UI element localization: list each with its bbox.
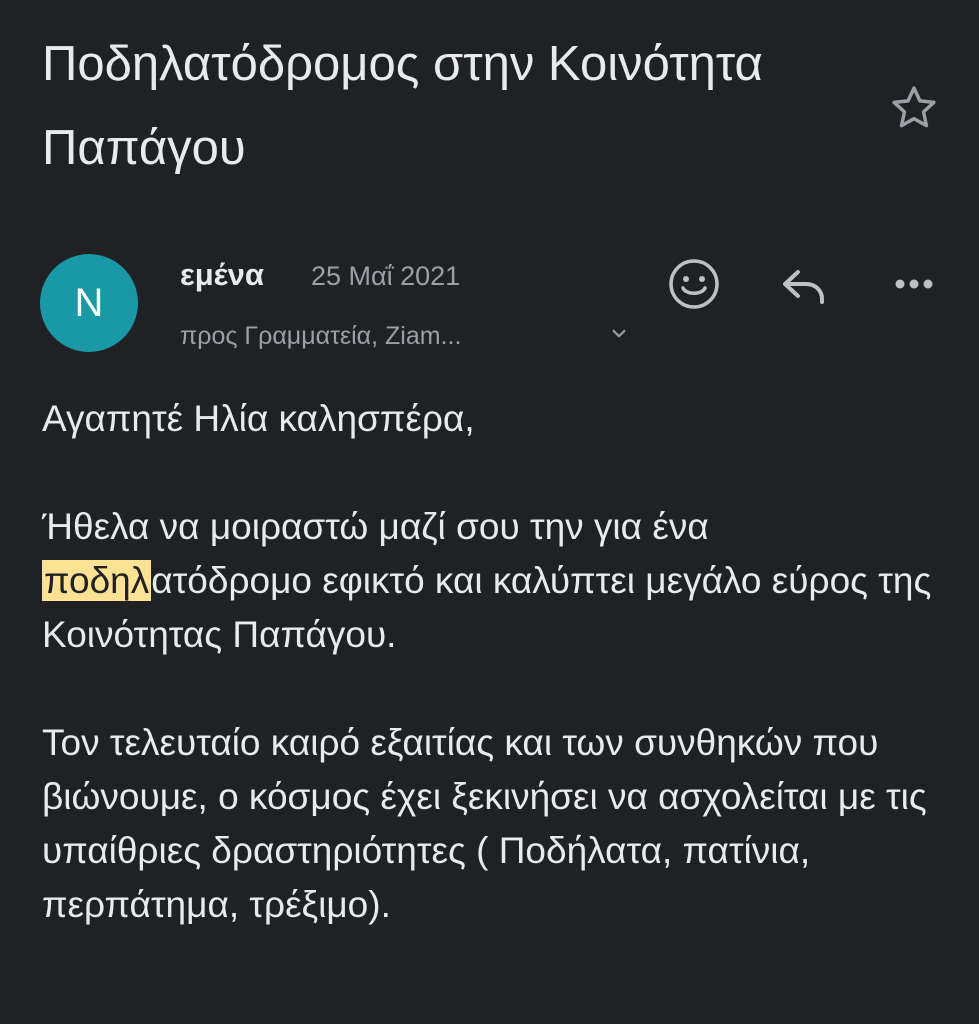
body-text: Ήθελα να μοιραστώ μαζί σου την για ένα: [42, 506, 709, 547]
email-subject: Ποδηλατόδρομος στην Κοινότητα Παπάγου: [42, 37, 763, 175]
sender-name: εμένα: [180, 257, 264, 292]
search-highlight: ποδηλ: [42, 560, 152, 601]
email-date: 25 Μαΐ 2021: [311, 261, 461, 291]
chevron-down-icon[interactable]: [606, 320, 632, 346]
emoji-smile-icon[interactable]: [664, 254, 724, 314]
reply-icon[interactable]: [776, 254, 836, 314]
avatar[interactable]: N: [40, 254, 138, 352]
email-body: Αγαπητέ Ηλία καλησπέρα, Ήθελα να μοιραστ…: [42, 392, 947, 932]
body-paragraph-2: Τον τελευταίο καιρό εξαιτίας και των συν…: [42, 722, 927, 925]
body-paragraph-1: Ήθελα να μοιραστώ μαζί σου την για ένα π…: [42, 500, 947, 662]
avatar-initial: N: [74, 280, 104, 325]
recipients-summary[interactable]: προς Γραμματεία, Ziam...: [180, 318, 461, 354]
star-icon[interactable]: [888, 82, 940, 134]
more-options-icon[interactable]: [884, 254, 944, 314]
body-text: ατόδρομο εφικτό και καλύπτει μεγάλο εύρο…: [42, 560, 932, 655]
greeting-text: Αγαπητέ Ηλία καλησπέρα,: [42, 398, 475, 439]
